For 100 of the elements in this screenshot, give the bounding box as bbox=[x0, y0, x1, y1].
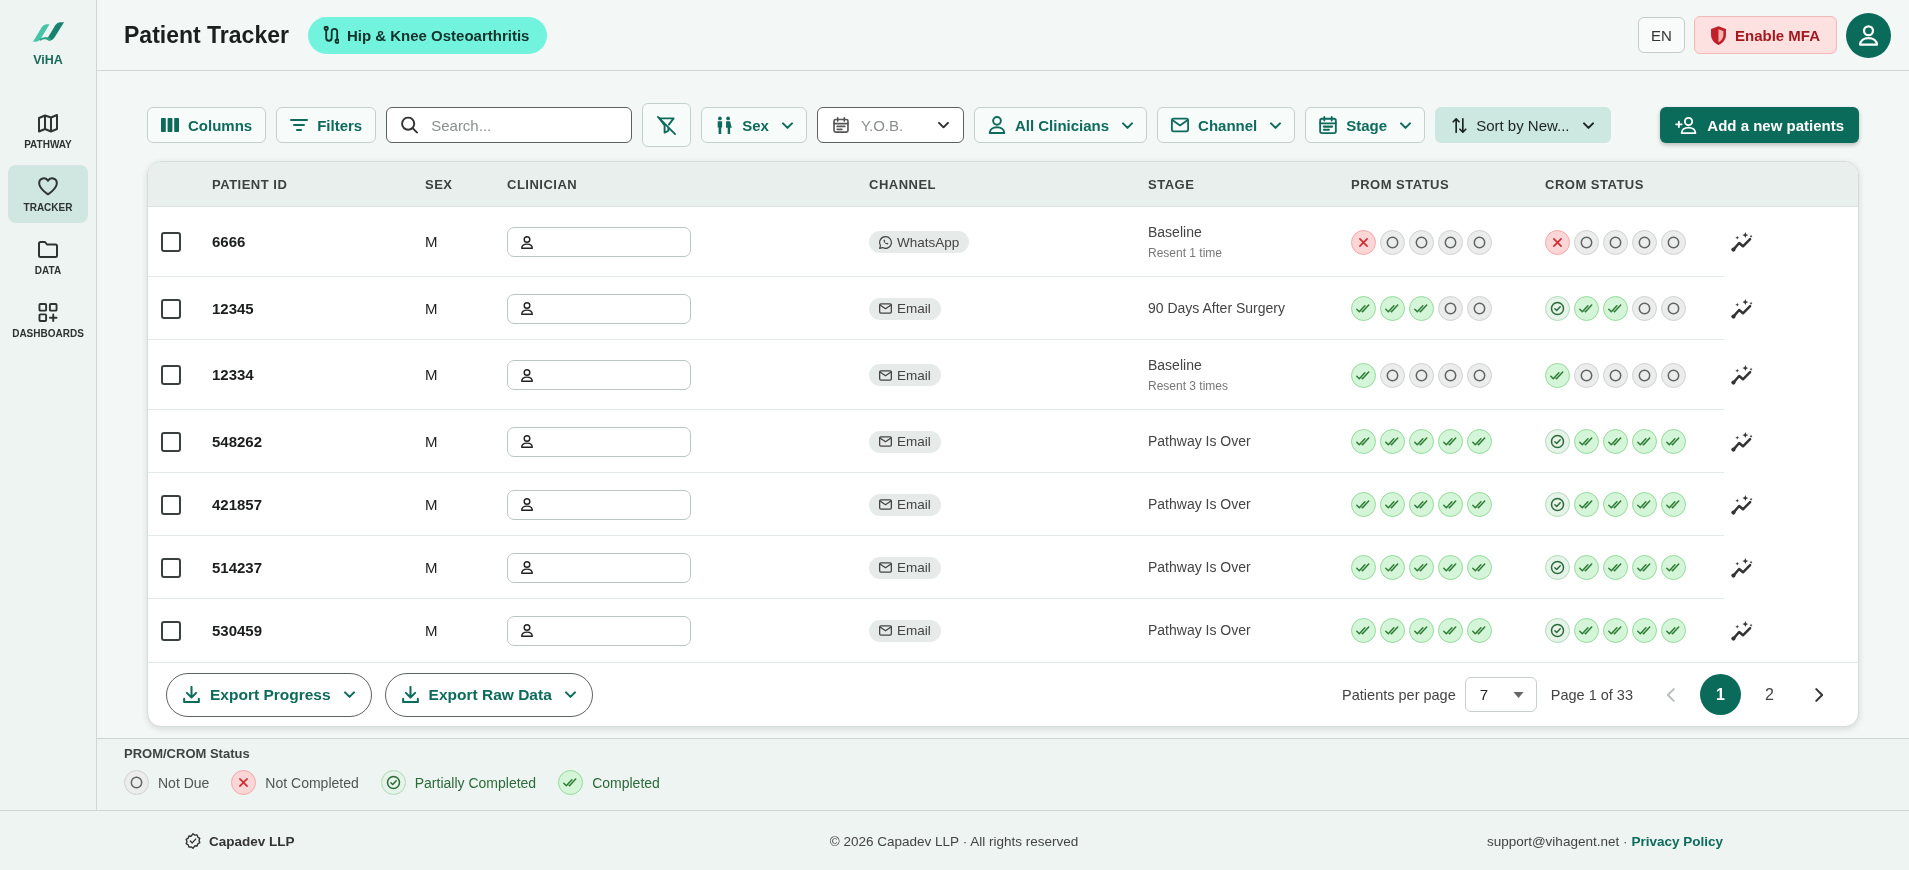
trend-sparkle-icon[interactable] bbox=[1731, 365, 1753, 385]
folder-icon bbox=[38, 240, 58, 259]
patient-id: 514237 bbox=[212, 558, 263, 576]
columns-button[interactable]: Columns bbox=[147, 107, 267, 143]
row-checkbox[interactable] bbox=[161, 494, 181, 515]
legend-label: Completed bbox=[592, 774, 660, 791]
trend-sparkle-icon[interactable] bbox=[1731, 298, 1753, 319]
search-field[interactable]: Search... bbox=[386, 107, 633, 143]
person-icon bbox=[521, 561, 533, 574]
channel-label: Email bbox=[897, 301, 931, 316]
trend-sparkle-icon[interactable] bbox=[1731, 557, 1753, 578]
route-icon bbox=[322, 26, 339, 44]
clinician-field[interactable] bbox=[507, 489, 691, 520]
envelope-icon bbox=[879, 302, 892, 315]
chevron-down-icon bbox=[564, 691, 576, 698]
page-button[interactable]: 2 bbox=[1749, 674, 1790, 715]
stage-text: Pathway Is Over bbox=[1148, 432, 1251, 451]
row-checkbox[interactable] bbox=[161, 365, 181, 385]
yob-select[interactable]: Y.O.B. bbox=[816, 107, 964, 143]
enable-mfa-button[interactable]: Enable MFA bbox=[1694, 16, 1837, 54]
column-header: STAGE bbox=[1148, 176, 1195, 192]
chevron-left-icon bbox=[1667, 687, 1675, 702]
person-icon bbox=[1859, 24, 1878, 46]
clinician-field[interactable] bbox=[507, 360, 691, 390]
chevron-down-icon bbox=[343, 691, 355, 698]
envelope-icon bbox=[879, 624, 892, 637]
dropdown-triangle-icon bbox=[1512, 691, 1524, 698]
per-page-select[interactable]: 7 bbox=[1464, 677, 1537, 712]
clinician-field[interactable] bbox=[507, 426, 691, 457]
chevron-down-icon bbox=[1582, 121, 1594, 129]
row-checkbox[interactable] bbox=[161, 620, 181, 641]
channel-label: WhatsApp bbox=[897, 234, 960, 250]
legend-label: Partially Completed bbox=[414, 774, 537, 791]
clinician-field[interactable] bbox=[507, 293, 691, 324]
clinician-field[interactable] bbox=[507, 552, 691, 583]
sex-value: M bbox=[425, 233, 438, 250]
channel-dropdown[interactable]: Channel bbox=[1157, 107, 1296, 143]
stage-text: Pathway Is Over bbox=[1148, 495, 1251, 514]
envelope-icon bbox=[879, 561, 892, 574]
filters-button[interactable]: Filters bbox=[276, 107, 377, 143]
pathway-label: Hip & Knee Osteoarthritis bbox=[346, 26, 530, 44]
channel-label: Email bbox=[897, 497, 931, 512]
stage-dropdown[interactable]: Stage bbox=[1305, 107, 1426, 143]
map-icon bbox=[38, 114, 58, 133]
language-button[interactable]: EN bbox=[1638, 17, 1685, 53]
trend-sparkle-icon[interactable] bbox=[1731, 431, 1753, 452]
per-page-label: Patients per page bbox=[1342, 686, 1456, 703]
chevron-down-icon bbox=[937, 121, 949, 129]
column-header: SEX bbox=[425, 176, 453, 192]
brand-name: ViHA bbox=[33, 53, 63, 67]
sidebar-item[interactable]: TRACKER bbox=[8, 165, 88, 223]
chevron-right-icon bbox=[1815, 687, 1823, 702]
calendar-icon bbox=[832, 117, 849, 133]
stage-text: Baseline bbox=[1148, 356, 1202, 375]
shield-icon bbox=[1711, 25, 1726, 45]
sex-value: M bbox=[425, 366, 438, 383]
clinician-dropdown[interactable]: All Clinicians bbox=[973, 107, 1148, 143]
trend-sparkle-icon[interactable] bbox=[1731, 620, 1753, 641]
account-button[interactable] bbox=[1846, 12, 1891, 58]
support-email: support@vihagent.net · bbox=[1486, 833, 1628, 849]
trend-sparkle-icon[interactable] bbox=[1731, 494, 1753, 515]
stage-note: Resent 1 time bbox=[1148, 245, 1223, 261]
stage-text: Pathway Is Over bbox=[1148, 621, 1251, 640]
sidebar-item[interactable]: DASHBOARDS bbox=[8, 291, 88, 349]
logo-icon bbox=[32, 22, 64, 42]
clear-filters-button[interactable] bbox=[642, 103, 692, 147]
channel-label: Email bbox=[897, 560, 931, 575]
column-header: PATIENT ID bbox=[212, 176, 288, 192]
search-icon bbox=[401, 116, 419, 134]
add-patient-button[interactable]: Add a new patients bbox=[1660, 107, 1859, 143]
export-button[interactable]: Export Progress bbox=[166, 672, 372, 717]
row-checkbox[interactable] bbox=[161, 557, 181, 578]
columns-icon bbox=[161, 116, 179, 134]
envelope-icon bbox=[1171, 116, 1190, 134]
sort-dropdown[interactable]: Sort by New... bbox=[1435, 107, 1611, 143]
page-info: Page 1 of 33 bbox=[1550, 686, 1633, 703]
export-button[interactable]: Export Raw Data bbox=[384, 672, 593, 717]
patient-id: 548262 bbox=[212, 432, 263, 450]
envelope-icon bbox=[879, 498, 892, 511]
heart-icon bbox=[38, 177, 58, 196]
sidebar-item[interactable]: DATA bbox=[8, 228, 88, 286]
row-checkbox[interactable] bbox=[161, 298, 181, 319]
chevron-down-icon bbox=[781, 121, 793, 129]
column-header: PROM STATUS bbox=[1351, 176, 1450, 192]
dashboard-add-icon bbox=[38, 303, 58, 322]
row-checkbox[interactable] bbox=[161, 232, 181, 252]
clinician-field[interactable] bbox=[507, 615, 691, 646]
sidebar-item[interactable]: PATHWAY bbox=[8, 102, 88, 160]
channel-label: Email bbox=[897, 367, 931, 383]
channel-label: Email bbox=[897, 434, 931, 449]
clinician-field[interactable] bbox=[507, 227, 691, 257]
trend-sparkle-icon[interactable] bbox=[1731, 232, 1753, 252]
privacy-policy-link[interactable]: Privacy Policy bbox=[1631, 833, 1723, 849]
row-checkbox[interactable] bbox=[161, 431, 181, 452]
envelope-icon bbox=[879, 368, 892, 382]
sex-dropdown[interactable]: Sex bbox=[701, 107, 807, 143]
page-button[interactable]: 1 bbox=[1700, 674, 1741, 715]
channel-label: Email bbox=[897, 623, 931, 638]
patient-id: 530459 bbox=[212, 621, 263, 639]
chevron-down-icon bbox=[1270, 121, 1282, 129]
